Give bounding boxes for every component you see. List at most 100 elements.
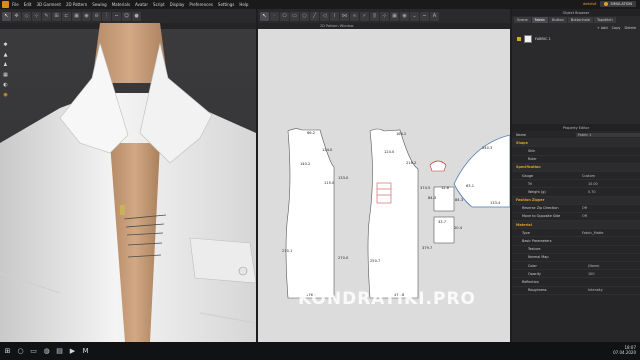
menu-help[interactable]: Help	[239, 2, 248, 7]
dart-icon[interactable]: ◁	[320, 11, 329, 21]
delete-button[interactable]: Delete	[625, 26, 637, 30]
tab-scene[interactable]: Scene	[514, 17, 531, 23]
garment-render[interactable]	[0, 23, 256, 342]
property-row[interactable]: Ruler	[512, 156, 640, 164]
property-row[interactable]: Texture	[512, 246, 640, 254]
property-row[interactable]: Normal Map	[512, 254, 640, 262]
fabric-list-item[interactable]: FABRIC 1	[512, 32, 640, 46]
grid-view-icon[interactable]: ▦	[2, 71, 9, 78]
avatar-tool-icon[interactable]: ☺	[122, 11, 131, 21]
property-section[interactable]: Specification	[512, 163, 640, 172]
pleat-icon[interactable]: ⫼	[370, 11, 379, 21]
property-row[interactable]: Basic Parameters	[512, 237, 640, 246]
select-tool-icon[interactable]: ↖	[2, 11, 11, 21]
brush-tool-icon[interactable]: ✎	[42, 11, 51, 21]
menu-edit[interactable]: Edit	[24, 2, 32, 7]
menu-settings[interactable]: Settings	[218, 2, 234, 7]
explorer-icon[interactable]: ▤	[55, 347, 64, 356]
property-value[interactable]: Custom	[582, 174, 640, 178]
property-row[interactable]: Reflection	[512, 278, 640, 287]
property-value[interactable]: Off	[582, 214, 640, 218]
topstitch-tool-icon[interactable]: ┅	[112, 11, 121, 21]
menu-script[interactable]: Script	[153, 2, 165, 7]
tab-buttonhole[interactable]: Buttonhole	[567, 17, 594, 23]
property-row[interactable]: Move to Opposite Side Off	[512, 213, 640, 222]
simulation-toggle[interactable]: SIMULATION	[600, 1, 636, 7]
polygon-icon[interactable]: ⬠	[280, 11, 289, 21]
segment-sewing-icon[interactable]: ⋈	[340, 11, 349, 21]
tab-button[interactable]: Button	[549, 17, 567, 23]
media-icon[interactable]: ▶	[68, 347, 77, 356]
menu-preferences[interactable]: Preferences	[189, 2, 213, 7]
menu-materials[interactable]: Materials	[112, 2, 130, 7]
property-value[interactable]: (None)	[588, 264, 640, 268]
app-icon[interactable]: M	[81, 347, 90, 356]
viewport-3d[interactable]: 3D Garment	[0, 23, 256, 342]
view-mode-icon[interactable]: ✱	[2, 41, 9, 48]
property-row[interactable]: Type Fabric_Matte	[512, 229, 640, 238]
property-row[interactable]: Color (None)	[512, 262, 640, 271]
zipper-tool-icon[interactable]: ⋮	[102, 11, 111, 21]
menu-file[interactable]: File	[12, 2, 19, 7]
menu-2d-pattern[interactable]: 2D Pattern	[66, 2, 87, 7]
property-row[interactable]: Gauge Custom	[512, 172, 640, 181]
property-section[interactable]: Material	[512, 221, 640, 230]
topstitch-2d-icon[interactable]: ┅	[420, 11, 429, 21]
property-value[interactable]: 10.00	[588, 182, 640, 186]
property-row[interactable]: Tri 10.00	[512, 180, 640, 189]
add-button[interactable]: + Add	[597, 26, 608, 30]
pattern-2d-window[interactable]: 2D Pattern Window 66.2 124.0 140.2 133.0…	[258, 23, 510, 342]
tab-topstitch[interactable]: Topstitch	[594, 17, 616, 23]
property-value[interactable]: 100	[588, 272, 640, 276]
annotation-icon[interactable]: A	[430, 11, 439, 21]
pin-2d-icon[interactable]: ⊹	[380, 11, 389, 21]
fold-tool-icon[interactable]: ◇	[22, 11, 31, 21]
avatar-view-icon[interactable]: ♟	[2, 61, 9, 68]
edit-point-icon[interactable]: ◦	[270, 11, 279, 21]
tape-tool-icon[interactable]: ⊏	[62, 11, 71, 21]
menu-display[interactable]: Display	[170, 2, 185, 7]
rectangle-icon[interactable]: ▭	[290, 11, 299, 21]
button-tool-icon[interactable]: ◉	[82, 11, 91, 21]
transform-pattern-icon[interactable]: ↖	[260, 11, 269, 21]
menu-3d-garment[interactable]: 3D Garment	[36, 2, 60, 7]
free-sewing-icon[interactable]: ∞	[350, 11, 359, 21]
windows-start-icon[interactable]: ⊞	[3, 347, 12, 356]
property-section[interactable]: Fashion Zipper	[512, 196, 640, 205]
user-label[interactable]: dedsfs8	[583, 2, 597, 6]
property-row[interactable]: Weight (g) 0.70	[512, 188, 640, 197]
property-value[interactable]: Fabric_Matte	[582, 231, 640, 235]
pin-tool-icon[interactable]: ⊹	[32, 11, 41, 21]
measure-tool-icon[interactable]: ⊞	[52, 11, 61, 21]
property-row[interactable]: Roughness Intensity	[512, 287, 640, 295]
menu-avatar[interactable]: Avatar	[135, 2, 148, 7]
light-view-icon[interactable]: ◐	[2, 81, 9, 88]
move-tool-icon[interactable]: ✥	[12, 11, 21, 21]
camera-view-icon[interactable]: ◉	[2, 91, 9, 98]
property-value[interactable]: Off	[582, 206, 640, 210]
property-value[interactable]: Intensity	[588, 288, 640, 292]
texture-tool-icon[interactable]: ▣	[72, 11, 81, 21]
notch-icon[interactable]: ⌄	[410, 11, 419, 21]
record-tool-icon[interactable]: ●	[132, 11, 141, 21]
shirt-view-icon[interactable]: ▲	[2, 51, 9, 58]
property-name-value[interactable]: Fabric 1	[576, 132, 640, 137]
property-row[interactable]: Skin	[512, 147, 640, 156]
button-2d-icon[interactable]: ◉	[400, 11, 409, 21]
property-section[interactable]: Shape	[512, 139, 640, 148]
circle-icon[interactable]: ○	[300, 11, 309, 21]
property-row[interactable]: Reverse Zip Direction Off	[512, 205, 640, 213]
search-icon[interactable]: ○	[16, 347, 25, 356]
check-sewing-icon[interactable]: ✓	[360, 11, 369, 21]
browser-icon[interactable]: ◍	[42, 347, 51, 356]
texture-2d-icon[interactable]: ▣	[390, 11, 399, 21]
property-row[interactable]: Opacity 100	[512, 270, 640, 279]
tab-fabric[interactable]: Fabric	[531, 17, 549, 23]
copy-button[interactable]: Copy	[612, 26, 621, 30]
buttonhole-tool-icon[interactable]: ⊖	[92, 11, 101, 21]
internal-line-icon[interactable]: ╱	[310, 11, 319, 21]
menu-sewing[interactable]: Sewing	[92, 2, 106, 7]
property-value[interactable]: 0.70	[588, 190, 640, 194]
trace-icon[interactable]: ⌇	[330, 11, 339, 21]
task-view-icon[interactable]: ▭	[29, 347, 38, 356]
